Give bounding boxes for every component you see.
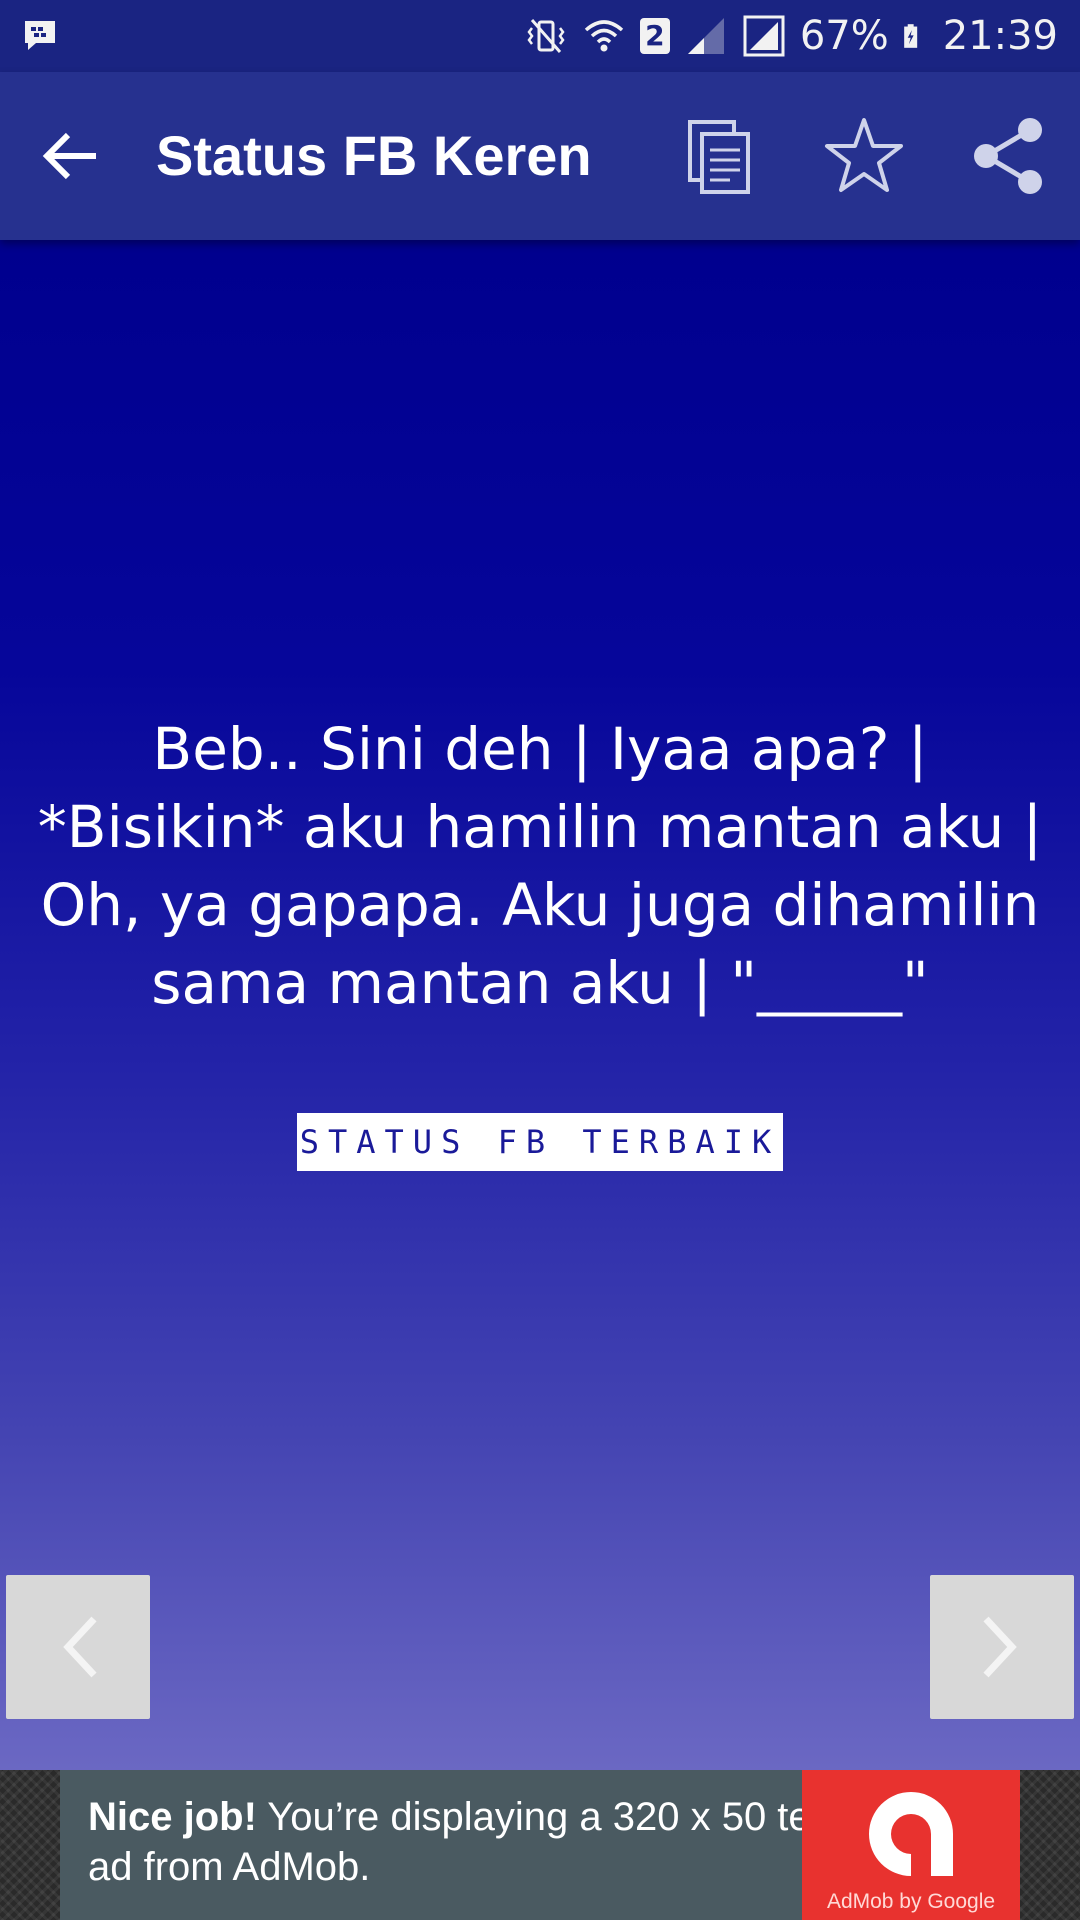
previous-button[interactable] xyxy=(6,1575,150,1719)
next-button[interactable] xyxy=(930,1575,1074,1719)
ad-banner[interactable]: Nice job! You’re displaying a 320 x 50 t… xyxy=(60,1770,1020,1920)
battery-percent: 67% xyxy=(799,13,889,59)
back-arrow-icon xyxy=(42,132,96,180)
back-button[interactable] xyxy=(36,120,108,192)
share-icon xyxy=(974,118,1042,194)
admob-icon xyxy=(869,1792,953,1876)
app-bar: Status FB Keren xyxy=(0,72,1080,240)
share-button[interactable] xyxy=(966,114,1050,198)
status-icons: 2 67% 21:39 xyxy=(524,0,1058,72)
sim-icon: 2 xyxy=(639,18,670,54)
battery-charging-icon xyxy=(903,24,917,48)
copy-button[interactable] xyxy=(678,114,762,198)
ad-container: Nice job! You’re displaying a 320 x 50 t… xyxy=(0,1770,1080,1920)
ad-headline: Nice job! xyxy=(88,1795,257,1839)
star-icon xyxy=(825,118,903,192)
screen: 2 67% 21:39 Status FB Keren Beb.. Sini d… xyxy=(0,0,1080,1920)
admob-logo: AdMob by Google xyxy=(802,1770,1020,1920)
signal-icon-2 xyxy=(743,15,785,57)
status-content: Beb.. Sini deh | Iyaa apa? | *Bisikin* a… xyxy=(0,240,1080,1770)
signal-icon xyxy=(687,18,724,54)
status-bar: 2 67% 21:39 xyxy=(0,0,1080,72)
wifi-icon xyxy=(584,20,623,52)
status-tag: STATUS FB TERBAIK xyxy=(297,1113,783,1171)
ad-text: Nice job! You’re displaying a 320 x 50 t… xyxy=(88,1792,848,1892)
vibrate-icon xyxy=(527,19,565,53)
chevron-right-icon xyxy=(983,1616,1017,1678)
copy-icon xyxy=(688,120,750,194)
chevron-left-icon xyxy=(63,1616,97,1678)
page-title: Status FB Keren xyxy=(156,124,592,187)
clock: 21:39 xyxy=(942,13,1058,59)
status-quote: Beb.. Sini deh | Iyaa apa? | *Bisikin* a… xyxy=(37,715,1043,1017)
bbm-icon xyxy=(22,18,58,54)
admob-caption: AdMob by Google xyxy=(826,1890,996,1913)
favorite-button[interactable] xyxy=(822,114,906,198)
